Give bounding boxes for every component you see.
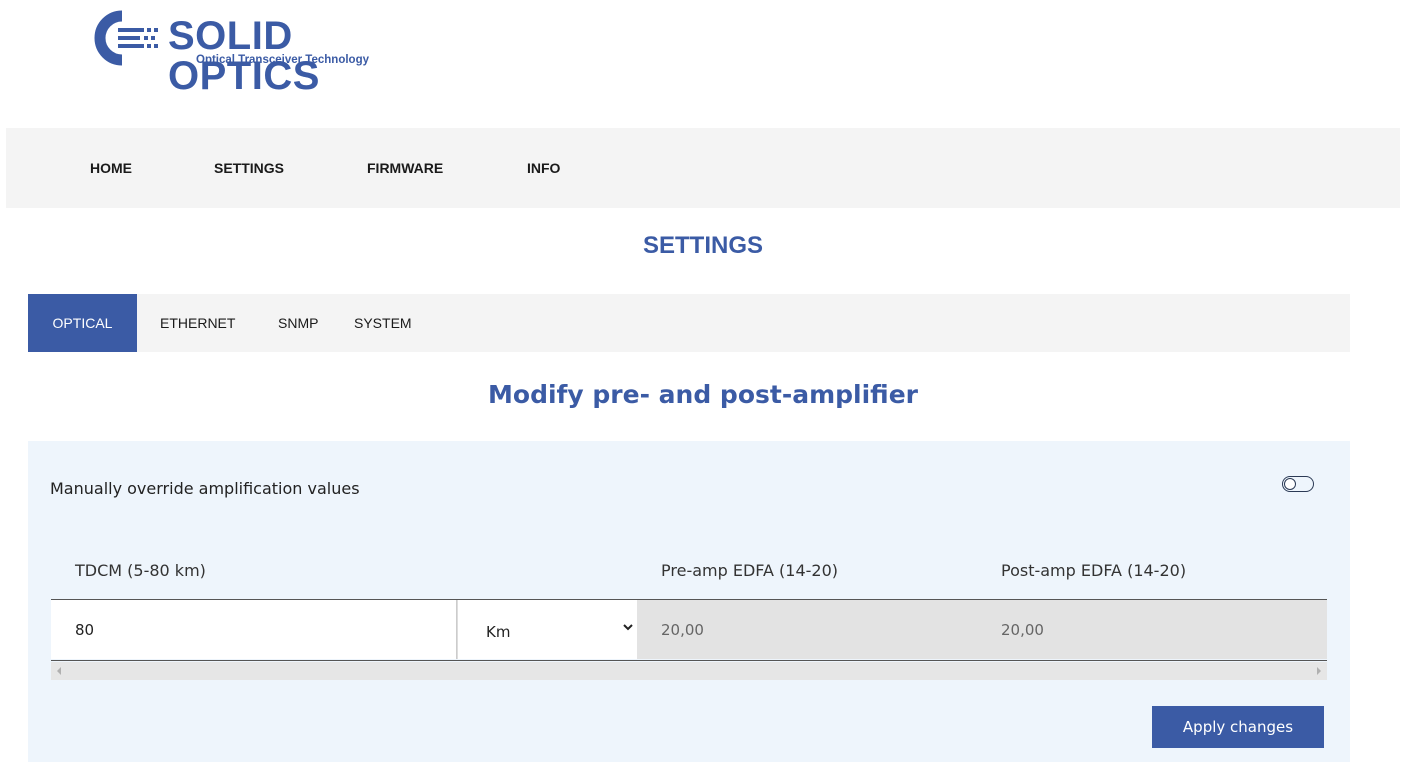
nav-item-home[interactable]: HOME [90, 160, 132, 176]
nav-item-settings[interactable]: SETTINGS [214, 160, 284, 176]
scroll-left-arrow-icon[interactable] [57, 667, 61, 675]
post-amp-cell: 20,00 [977, 600, 1327, 659]
amplifier-panel: Manually override amplification values T… [28, 441, 1350, 762]
main-nav: HOME SETTINGS FIRMWARE INFO [6, 128, 1400, 208]
apply-changes-button[interactable]: Apply changes [1152, 706, 1324, 748]
page-title: SETTINGS [642, 232, 763, 259]
pre-amp-cell: 20,00 [637, 600, 977, 659]
tdcm-column-header: TDCM (5-80 km) [75, 561, 206, 580]
post-amp-value: 20,00 [1001, 621, 1044, 639]
nav-item-info[interactable]: INFO [527, 160, 560, 176]
unit-select[interactable]: Km [457, 600, 637, 659]
tab-snmp[interactable]: SNMP [278, 294, 318, 352]
section-title: Modify pre- and post-amplifier [488, 380, 918, 409]
tdcm-cell [51, 600, 457, 659]
brand-logo[interactable]: SOLID OPTICS Optical Transceiver Technol… [88, 6, 433, 96]
unit-select-value: Km [486, 623, 511, 641]
tab-optical[interactable]: OPTICAL [28, 294, 137, 352]
chevron-down-icon [623, 624, 633, 631]
tdcm-input[interactable] [51, 600, 456, 659]
tab-ethernet[interactable]: ETHERNET [160, 294, 235, 352]
override-label: Manually override amplification values [50, 479, 360, 498]
toggle-knob [1284, 477, 1296, 490]
pre-amp-column-header: Pre-amp EDFA (14-20) [661, 561, 839, 580]
post-amp-column-header: Post-amp EDFA (14-20) [1001, 561, 1187, 580]
amplifier-values-row: Km 20,00 20,00 [51, 599, 1327, 661]
nav-item-firmware[interactable]: FIRMWARE [367, 160, 443, 176]
settings-tabs: OPTICAL ETHERNET SNMP SYSTEM [28, 294, 1350, 352]
tab-system[interactable]: SYSTEM [354, 294, 412, 352]
solid-optics-c-logo-icon [94, 10, 158, 66]
override-toggle[interactable] [1282, 476, 1314, 492]
horizontal-scrollbar[interactable] [51, 662, 1327, 680]
scroll-right-arrow-icon[interactable] [1317, 667, 1321, 675]
brand-tagline: Optical Transceiver Technology [196, 54, 369, 66]
pre-amp-value: 20,00 [661, 621, 704, 639]
